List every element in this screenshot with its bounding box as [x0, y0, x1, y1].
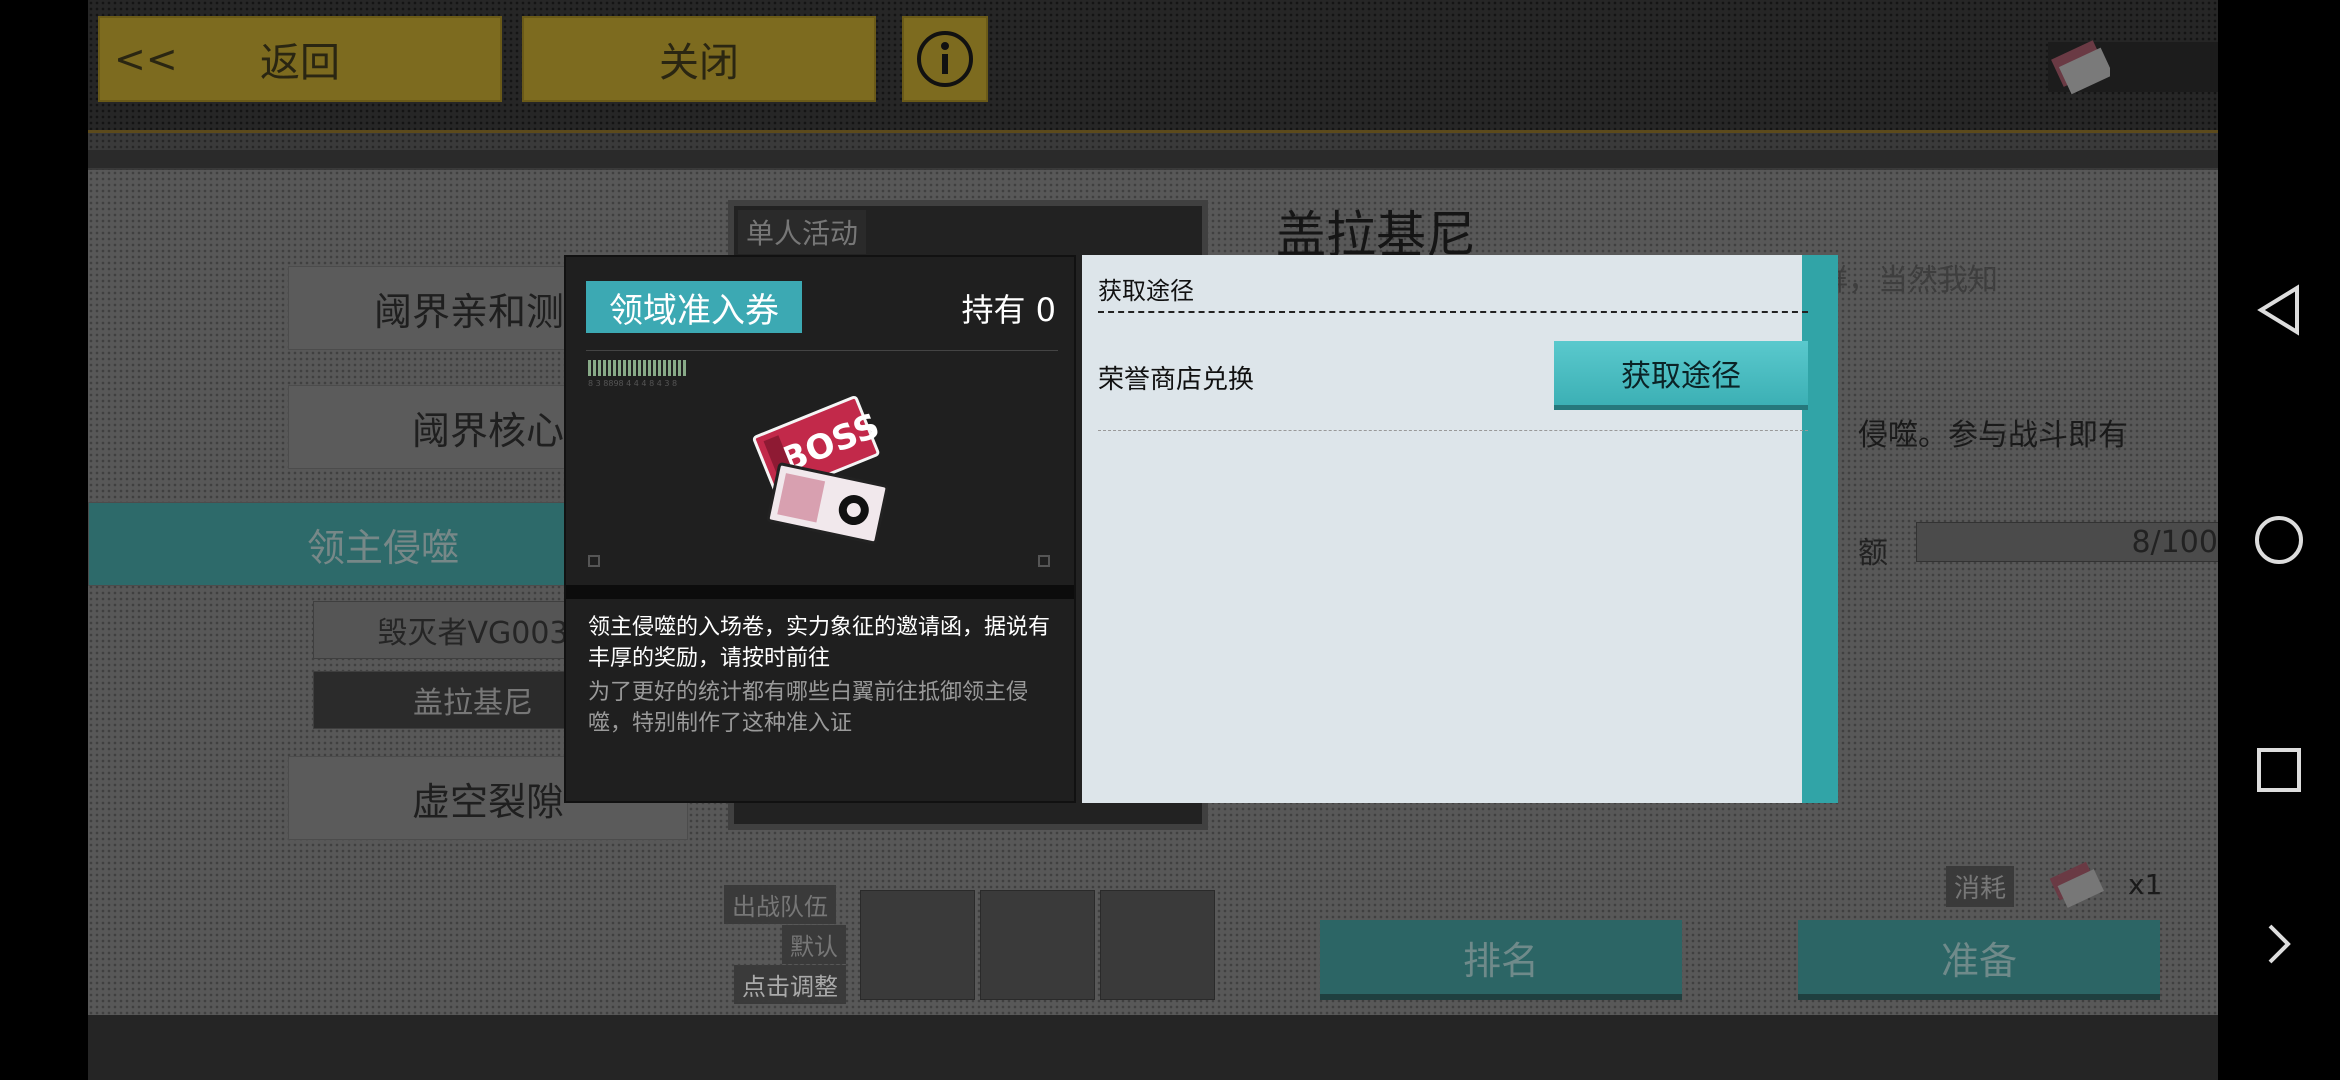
ticket-icon	[2049, 861, 2104, 908]
acquire-panel: 获取途径 荣誉商店兑换 获取途径	[1082, 255, 1838, 803]
item-flavor-text: 为了更好的统计都有哪些白翼前往抵御领主侵噬，特别制作了这种准入证	[588, 680, 1029, 736]
back-label: 返回	[260, 40, 340, 86]
team-portrait[interactable]	[860, 890, 975, 1000]
system-recents-button[interactable]	[2253, 744, 2305, 796]
rank-label: 排名	[1462, 938, 1539, 983]
game-screen: << 返回 关闭 0 阈界亲和测试 阈界核心 领主侵噬 毁灭者VG003 盖拉基…	[88, 0, 2218, 1080]
ticket-icon	[2051, 40, 2110, 95]
adjust-team-button[interactable]: 点击调整	[734, 965, 846, 1004]
source-name: 荣誉商店兑换	[1098, 365, 1255, 395]
divider	[566, 585, 1074, 599]
team-portrait[interactable]	[980, 890, 1095, 1000]
corner-mark	[1038, 555, 1050, 567]
acquire-title: 获取途径	[1098, 277, 1194, 305]
recents-square-icon	[2257, 748, 2301, 792]
close-button[interactable]: 关闭	[522, 16, 876, 102]
sub-item-label: 盖拉基尼	[413, 686, 533, 721]
progress-value: 8/1000	[2131, 524, 2218, 560]
sidebar-item-label: 虚空裂隙	[411, 779, 564, 824]
back-arrows: <<	[114, 37, 178, 81]
consume-label: 消耗	[1946, 866, 2015, 907]
ready-button[interactable]: 准备	[1798, 920, 2160, 994]
system-back-button[interactable]	[2253, 284, 2305, 336]
sub-item-label: 毁灭者VG003	[377, 616, 569, 651]
system-home-button[interactable]	[2253, 514, 2305, 566]
info-button[interactable]	[902, 16, 988, 102]
system-expand-button[interactable]	[2253, 918, 2305, 970]
home-circle-icon	[2255, 516, 2303, 564]
rank-button[interactable]: 排名	[1320, 920, 1682, 994]
bottom-bar	[88, 1015, 2218, 1080]
corner-mark	[588, 555, 600, 567]
team-portrait[interactable]	[1100, 890, 1215, 1000]
divider	[88, 150, 2218, 168]
sidebar-item-label: 阈界核心	[411, 408, 564, 453]
back-triangle-icon	[2257, 284, 2299, 336]
divider	[586, 350, 1058, 351]
item-info-panel: 领域准入券 持有 0 8 3 8898 4 4 4 8 4 3 8 BOSS 领…	[564, 255, 1076, 803]
system-nav-bar	[2218, 0, 2340, 1080]
progress-bar: 8/1000	[1916, 522, 2218, 562]
team-label: 出战队伍	[724, 885, 836, 924]
close-label: 关闭	[659, 40, 739, 86]
divider	[1098, 430, 1808, 431]
item-name: 领域准入券	[586, 281, 802, 333]
barcode	[588, 360, 688, 376]
owned-count: 持有 0	[961, 291, 1056, 329]
progress-label: 额	[1858, 536, 1888, 571]
sidebar-item-label: 领主侵噬	[306, 525, 459, 570]
divider	[1098, 311, 1808, 313]
consume-qty: x1	[2128, 868, 2163, 901]
barcode-text: 8 3 8898 4 4 4 8 4 3 8	[588, 379, 678, 388]
acquire-button-label: 获取途径	[1621, 359, 1741, 394]
ready-label: 准备	[1940, 938, 2017, 983]
item-description: 领主侵噬的入场卷，实力象征的邀请函，据说有丰厚的奖励，请按时前往	[588, 615, 1051, 671]
back-button[interactable]: << 返回	[98, 16, 502, 102]
info-icon	[917, 31, 973, 87]
mode-label: 单人活动	[738, 210, 867, 254]
ticket-item-icon: BOSS	[752, 395, 889, 545]
divider	[88, 130, 2218, 133]
default-label: 默认	[782, 925, 846, 964]
chevron-right-icon	[2268, 924, 2291, 964]
acquire-button[interactable]: 获取途径	[1554, 341, 1808, 405]
boss-text: 侵噬。参与战斗即有	[1858, 418, 2128, 453]
